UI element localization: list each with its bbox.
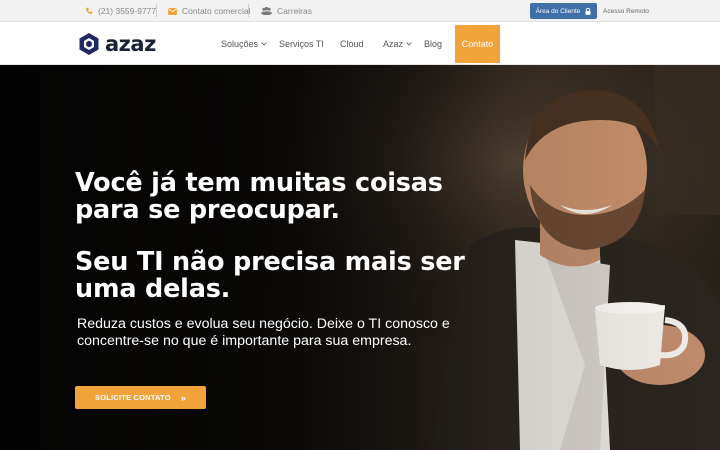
main-header: azaz Soluções Serviços TI Cloud Azaz Blo… — [0, 22, 720, 65]
contact-label: Contato comercial — [182, 6, 251, 16]
remote-access-link[interactable]: Acesso Remoto — [603, 0, 649, 22]
hero-headline-2: Seu TI não precisa mais ser uma delas. — [75, 249, 465, 303]
hexagon-logo-icon — [79, 32, 99, 55]
chevron-down-icon — [261, 41, 267, 46]
chevron-down-icon — [406, 41, 412, 46]
nav-blog[interactable]: Blog — [424, 22, 442, 65]
nav-it-services[interactable]: Serviços TI — [279, 22, 324, 65]
nav-azaz[interactable]: Azaz — [383, 22, 412, 65]
nav-contact-button[interactable]: Contato — [455, 25, 500, 63]
hero-headline-2-line2: uma delas. — [75, 274, 231, 304]
hero-headline-2-line1: Seu TI não precisa mais ser — [75, 247, 465, 277]
phone-number: (21) 3559-9777 — [98, 6, 157, 16]
hero-headline-1-line2: para se preocupar. — [75, 195, 340, 225]
phone-icon — [85, 7, 93, 15]
phone-link[interactable]: (21) 3559-9777 — [85, 0, 156, 22]
hero-headline-1: Você já tem muitas coisas para se preocu… — [75, 170, 443, 224]
client-area-label: Área do Cliente — [535, 7, 581, 15]
logo[interactable]: azaz — [78, 31, 156, 56]
hero-headline-1-line1: Você já tem muitas coisas — [75, 168, 443, 198]
nav-azaz-label: Azaz — [383, 38, 404, 49]
double-chevron-right-icon: » — [180, 392, 186, 403]
careers-label: Carreiras — [277, 6, 312, 16]
logo-text: azaz — [105, 31, 156, 56]
users-icon — [261, 7, 272, 15]
hero-section: Você já tem muitas coisas para se preocu… — [0, 65, 720, 450]
nav-solutions[interactable]: Soluções — [221, 22, 267, 65]
hero-subtext: Reduza custos e evolua seu negócio. Deix… — [77, 316, 450, 349]
nav-solutions-label: Soluções — [221, 38, 259, 49]
request-contact-button[interactable]: SOLICITE CONTATO » — [75, 386, 206, 409]
client-area-button[interactable]: Área do Cliente — [530, 3, 597, 19]
cta-label: SOLICITE CONTATO — [95, 393, 171, 402]
contact-link[interactable]: Contato comercial — [168, 0, 251, 22]
careers-link[interactable]: Carreiras — [261, 0, 312, 22]
lock-icon — [585, 7, 591, 15]
divider — [248, 4, 249, 17]
divider — [156, 4, 157, 17]
nav-cloud[interactable]: Cloud — [340, 22, 364, 65]
top-bar: (21) 3559-9777 Contato comercial Carreir… — [0, 0, 720, 22]
envelope-icon — [168, 7, 177, 15]
